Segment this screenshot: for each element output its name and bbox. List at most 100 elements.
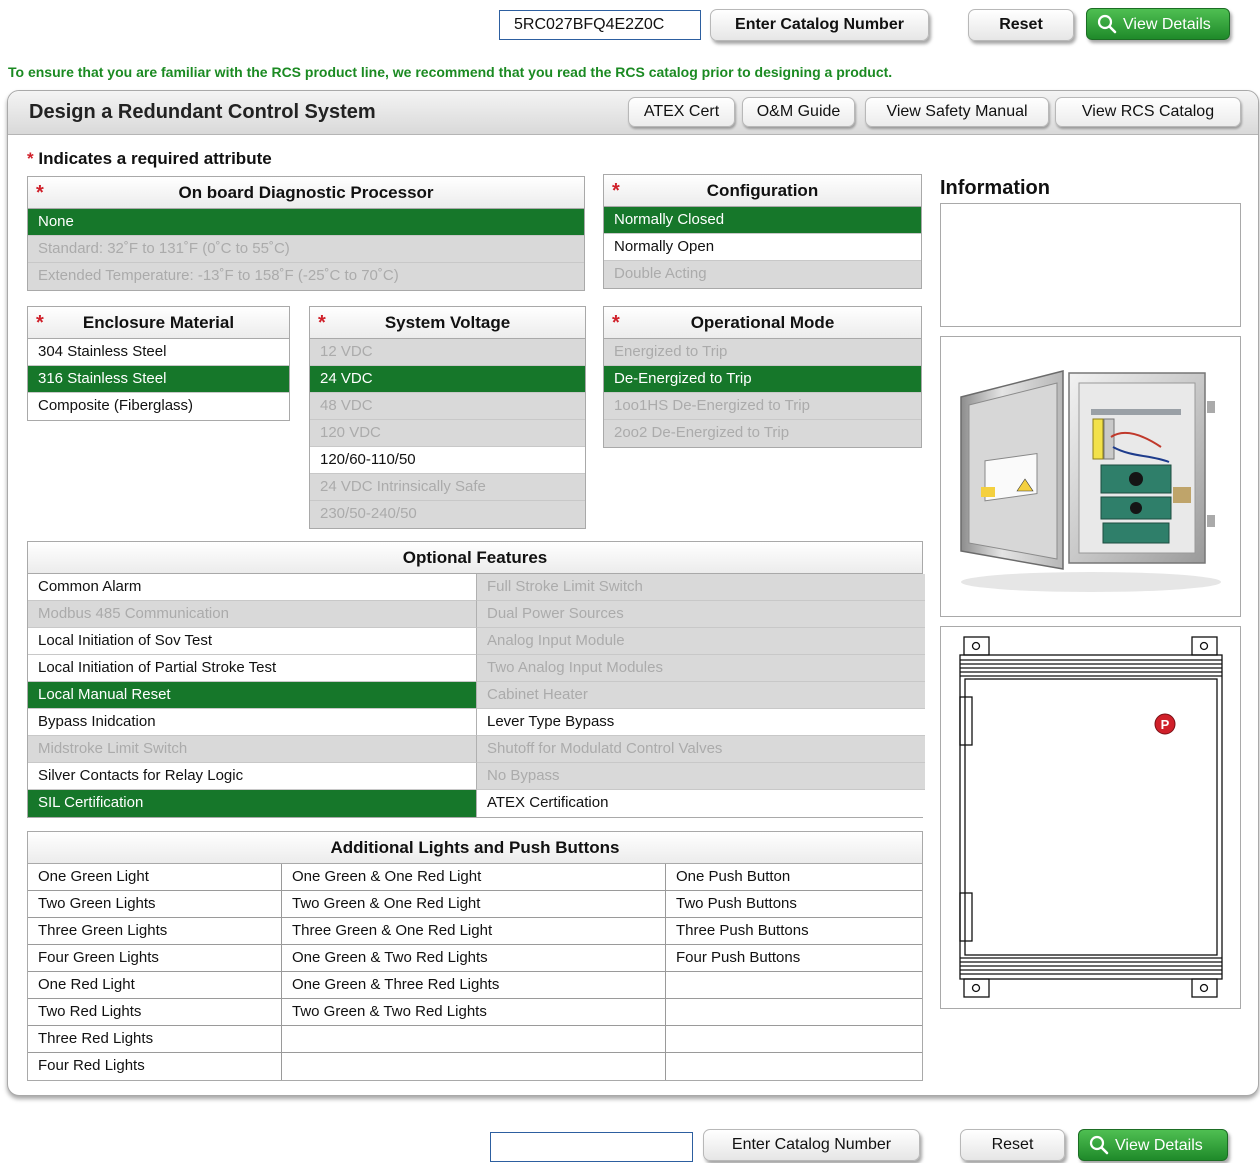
catalog-notice: To ensure that you are familiar with the… <box>8 64 893 80</box>
option-item[interactable]: Local Initiation of Partial Stroke Test <box>28 655 477 682</box>
lights-empty-cell <box>666 972 922 999</box>
option-item[interactable]: ATEX Certification <box>477 790 925 817</box>
option-item: 24 VDC Intrinsically Safe <box>310 474 585 501</box>
option-item[interactable]: SIL Certification <box>28 790 477 817</box>
lights-option[interactable]: Two Green & One Red Light <box>282 891 666 918</box>
view-rcs-catalog-button[interactable]: View RCS Catalog <box>1055 97 1241 127</box>
lights-option[interactable]: One Green & Two Red Lights <box>282 945 666 972</box>
page-title: Design a Redundant Control System <box>29 101 376 123</box>
option-item: Double Acting <box>604 261 921 288</box>
option-item[interactable]: De-Energized to Trip <box>604 366 921 393</box>
option-item: 120 VDC <box>310 420 585 447</box>
operational-mode-box: * Operational Mode Energized to Trip De-En… <box>603 306 922 448</box>
option-item[interactable]: Normally Open <box>604 234 921 261</box>
bottom-view-details-button[interactable]: View Details <box>1078 1129 1228 1161</box>
enclosure-material-title: Enclosure Material <box>82 313 235 332</box>
option-item: Analog Input Module <box>477 628 925 655</box>
view-details-label: View Details <box>1123 16 1211 33</box>
lights-option[interactable]: Two Green & Two Red Lights <box>282 999 666 1026</box>
option-item[interactable]: Lever Type Bypass <box>477 709 925 736</box>
option-item: 230/50-240/50 <box>310 501 585 528</box>
option-item[interactable]: 316 Stainless Steel <box>28 366 289 393</box>
lights-option[interactable]: Four Push Buttons <box>666 945 922 972</box>
lights-option[interactable]: Three Green Lights <box>28 918 282 945</box>
lights-empty-cell <box>666 1053 922 1080</box>
option-item: Two Analog Input Modules <box>477 655 925 682</box>
option-item[interactable]: Bypass Inidcation <box>28 709 477 736</box>
system-voltage-options: 12 VDC 24 VDC 48 VDC 120 VDC 120/60-110/50 24… <box>310 339 585 528</box>
option-item: Shutoff for Modulatd Control Valves <box>477 736 925 763</box>
padlock-badge: P <box>1161 717 1170 732</box>
enclosure-material-box: * Enclosure Material 304 Stainless Steel 3… <box>27 306 290 421</box>
lights-option[interactable]: One Green & One Red Light <box>282 864 666 891</box>
enter-catalog-number-button[interactable]: Enter Catalog Number <box>710 9 929 41</box>
option-item: 2oo2 De-Energized to Trip <box>604 420 921 447</box>
lights-option[interactable]: Three Red Lights <box>28 1026 282 1053</box>
option-item: Energized to Trip <box>604 339 921 366</box>
bottom-enter-catalog-number-button[interactable]: Enter Catalog Number <box>703 1129 920 1161</box>
lights-option[interactable]: Three Push Buttons <box>666 918 922 945</box>
atex-cert-button[interactable]: ATEX Cert <box>628 97 735 127</box>
bottom-catalog-number-input[interactable] <box>490 1132 693 1162</box>
option-item: Full Stroke Limit Switch <box>477 574 925 601</box>
lights-option[interactable]: Three Green & One Red Light <box>282 918 666 945</box>
option-item[interactable]: None <box>28 209 584 236</box>
lights-option[interactable]: One Green Light <box>28 864 282 891</box>
optional-features-grid: Common Alarm Full Stroke Limit Switch Modb… <box>28 574 925 817</box>
lights-option[interactable]: One Green & Three Red Lights <box>282 972 666 999</box>
enclosure-material-options: 304 Stainless Steel 316 Stainless Steel Co… <box>28 339 289 420</box>
option-item: 12 VDC <box>310 339 585 366</box>
optional-features-header: Optional Features <box>28 542 922 574</box>
bottom-reset-button[interactable]: Reset <box>960 1129 1065 1161</box>
option-item: Standard: 32˚F to 131˚F (0˚C to 55˚C) <box>28 236 584 263</box>
option-item[interactable]: Normally Closed <box>604 207 921 234</box>
enclosure-photo-illustration <box>960 370 1221 592</box>
option-item[interactable]: 120/60-110/50 <box>310 447 585 474</box>
required-star-icon: * <box>318 312 326 334</box>
option-item: No Bypass <box>477 763 925 790</box>
lights-option[interactable]: One Red Light <box>28 972 282 999</box>
lights-push-buttons-box: Additional Lights and Push Buttons One G… <box>27 831 923 1081</box>
required-star-icon: * <box>36 312 44 334</box>
lights-option[interactable]: Two Green Lights <box>28 891 282 918</box>
lights-option[interactable]: Two Red Lights <box>28 999 282 1026</box>
reset-button[interactable]: Reset <box>968 9 1074 41</box>
option-item[interactable]: Common Alarm <box>28 574 477 601</box>
view-details-button[interactable]: View Details <box>1086 8 1230 40</box>
option-item: Extended Temperature: -13˚F to 158˚F (-2… <box>28 263 584 290</box>
enclosure-line-drawing: P <box>959 636 1223 998</box>
om-guide-button[interactable]: O&M Guide <box>742 97 855 127</box>
option-item: Cabinet Heater <box>477 682 925 709</box>
diagnostic-processor-box: * On board Diagnostic Processor None Stand… <box>27 176 585 291</box>
system-voltage-header: * System Voltage <box>310 307 585 339</box>
lights-empty-cell <box>282 1026 666 1053</box>
option-item: 1oo1HS De-Energized to Trip <box>604 393 921 420</box>
lights-option[interactable]: One Push Button <box>666 864 922 891</box>
information-title: Information <box>940 177 1050 199</box>
option-item[interactable]: Silver Contacts for Relay Logic <box>28 763 477 790</box>
option-item[interactable]: 24 VDC <box>310 366 585 393</box>
required-note-text: Indicates a required attribute <box>38 149 272 168</box>
optional-features-box: Optional Features Common Alarm Full Strok… <box>27 541 925 818</box>
catalog-number-input[interactable] <box>499 10 701 40</box>
option-item[interactable]: Local Initiation of Sov Test <box>28 628 477 655</box>
configuration-title: Configuration <box>706 181 819 200</box>
magnifier-icon <box>1097 14 1117 34</box>
option-item: Modbus 485 Communication <box>28 601 477 628</box>
diagnostic-processor-header: * On board Diagnostic Processor <box>28 177 584 209</box>
enclosure-drawing: P <box>940 626 1241 1009</box>
magnifier-icon <box>1089 1135 1109 1155</box>
lights-option[interactable]: Four Green Lights <box>28 945 282 972</box>
lights-option[interactable]: Four Red Lights <box>28 1053 282 1080</box>
lights-option[interactable]: Two Push Buttons <box>666 891 922 918</box>
lights-empty-cell <box>282 1053 666 1080</box>
view-safety-manual-button[interactable]: View Safety Manual <box>865 97 1049 127</box>
option-item: Midstroke Limit Switch <box>28 736 477 763</box>
lights-push-buttons-grid: One Green Light One Green & One Red Light… <box>28 864 922 1080</box>
option-item[interactable]: Local Manual Reset <box>28 682 477 709</box>
required-attribute-note: * Indicates a required attribute <box>27 149 272 169</box>
product-photo <box>940 336 1241 617</box>
option-item[interactable]: 304 Stainless Steel <box>28 339 289 366</box>
option-item[interactable]: Composite (Fiberglass) <box>28 393 289 420</box>
required-star-icon: * <box>612 180 620 202</box>
